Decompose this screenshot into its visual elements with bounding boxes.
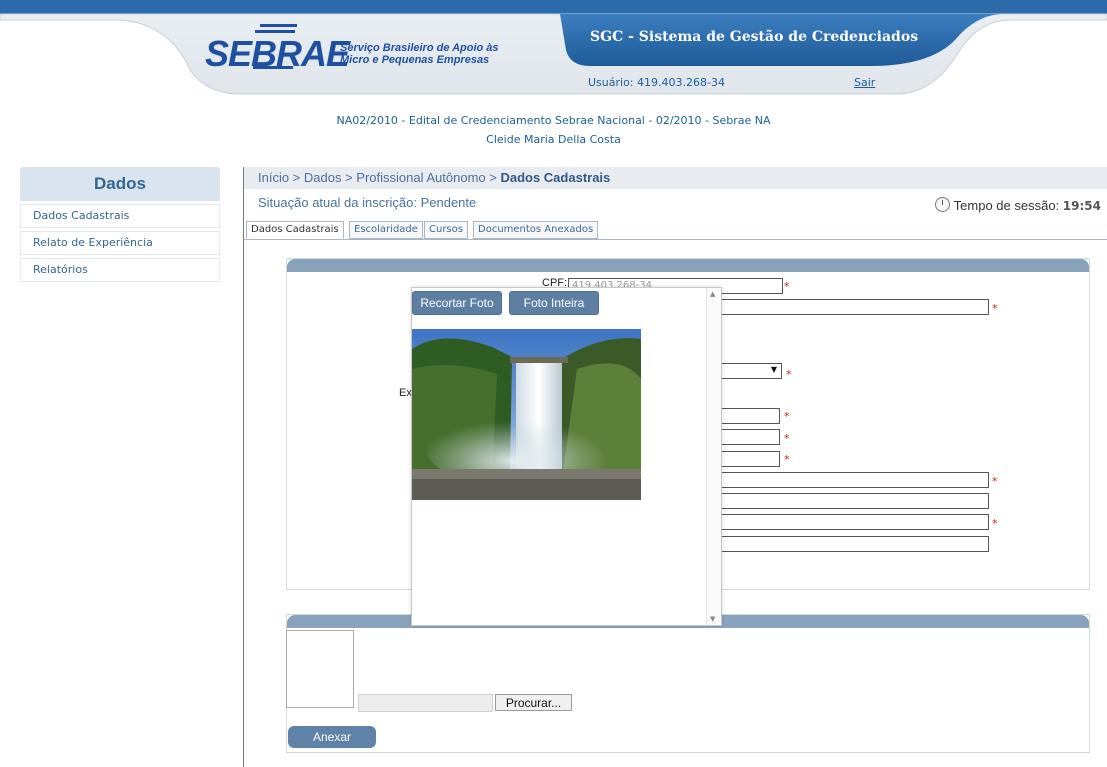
breadcrumb: Início > Dados > Profissional Autônomo >…	[244, 167, 1107, 189]
required-mark: *	[992, 517, 998, 530]
logo-wordmark: SEBRAE	[205, 33, 350, 74]
clock-icon	[934, 197, 950, 212]
text-field-6[interactable]	[700, 514, 989, 530]
required-mark: *	[784, 432, 790, 445]
logout-link[interactable]: Sair	[854, 76, 875, 89]
logo-tagline-line1: Serviço Brasileiro de Apoio às	[340, 42, 499, 54]
content-divider	[243, 167, 244, 767]
session-label: Tempo de sessão:	[953, 198, 1060, 213]
sidebar-item-relato-experiencia[interactable]: Relato de Experiência	[20, 231, 220, 255]
chevron-down-icon: ▼	[770, 365, 777, 374]
breadcrumb-path[interactable]: Início > Dados > Profissional Autônomo >	[258, 170, 500, 185]
name-field[interactable]	[700, 299, 989, 315]
required-mark: *	[992, 302, 998, 315]
text-field-4[interactable]	[700, 472, 989, 488]
required-mark: *	[786, 368, 792, 381]
sidebar-title: Dados	[20, 167, 220, 201]
attach-button[interactable]: Anexar	[288, 726, 376, 748]
header: SEBRAE Serviço Brasileiro de Apoio às Mi…	[0, 0, 1107, 100]
required-mark: *	[784, 410, 790, 423]
tab-escolaridade[interactable]: Escolaridade	[349, 221, 423, 239]
logo-tagline-line2: Micro e Pequenas Empresas	[340, 54, 490, 66]
text-field-7[interactable]	[700, 536, 989, 552]
registration-status: Situação atual da inscrição: Pendente	[258, 195, 477, 210]
scroll-up-icon[interactable]: ▲	[710, 290, 715, 298]
sebrae-logo: SEBRAE Serviço Brasileiro de Apoio às Mi…	[205, 22, 505, 72]
browse-button[interactable]: Procurar...	[495, 694, 572, 711]
upload-panel	[286, 614, 1090, 753]
required-mark: *	[784, 280, 790, 293]
session-timer: Tempo de sessão: 19:54	[934, 197, 1101, 213]
header-background	[0, 0, 1107, 95]
photo-image	[412, 329, 641, 500]
logo-tagline: Serviço Brasileiro de Apoio às Micro e P…	[340, 42, 499, 66]
edital-title: NA02/2010 - Edital de Credenciamento Seb…	[336, 114, 771, 127]
waterfall-photo[interactable]	[412, 329, 641, 500]
full-photo-button[interactable]: Foto Inteira	[509, 291, 599, 315]
photo-preview	[286, 630, 354, 708]
applicant-name: Cleide Maria Della Costa	[486, 133, 621, 146]
scroll-down-icon[interactable]: ▼	[710, 615, 715, 623]
tab-documentos-anexados[interactable]: Documentos Anexados	[473, 221, 599, 239]
file-path-input[interactable]	[358, 694, 493, 712]
dialog-scrollbar[interactable]: ▲ ▼	[706, 288, 721, 625]
user-label: Usuário: 419.403.268-34	[588, 76, 725, 89]
required-mark: *	[784, 453, 790, 466]
photo-crop-dialog: Recortar Foto Foto Inteira ▲ ▼	[411, 287, 722, 626]
text-field-5[interactable]	[700, 493, 989, 509]
required-mark: *	[992, 475, 998, 488]
session-time: 19:54	[1062, 199, 1101, 213]
sidebar-item-dados-cadastrais[interactable]: Dados Cadastrais	[20, 204, 220, 228]
sidebar-item-relatorios[interactable]: Relatórios	[20, 258, 220, 282]
breadcrumb-current: Dados Cadastrais	[500, 170, 611, 185]
tab-bar: Dados Cadastrais Escolaridade Cursos Doc…	[244, 221, 1107, 240]
crop-photo-button[interactable]: Recortar Foto	[412, 291, 502, 315]
form-panel-header	[287, 259, 1089, 272]
tab-dados-cadastrais[interactable]: Dados Cadastrais	[246, 221, 344, 239]
sidebar: Dados Dados Cadastrais Relato de Experiê…	[20, 167, 220, 282]
system-title: SGC - Sistema de Gestão de Credenciados	[590, 29, 919, 45]
tab-cursos[interactable]: Cursos	[424, 221, 468, 239]
partial-label: Ex	[399, 387, 412, 399]
